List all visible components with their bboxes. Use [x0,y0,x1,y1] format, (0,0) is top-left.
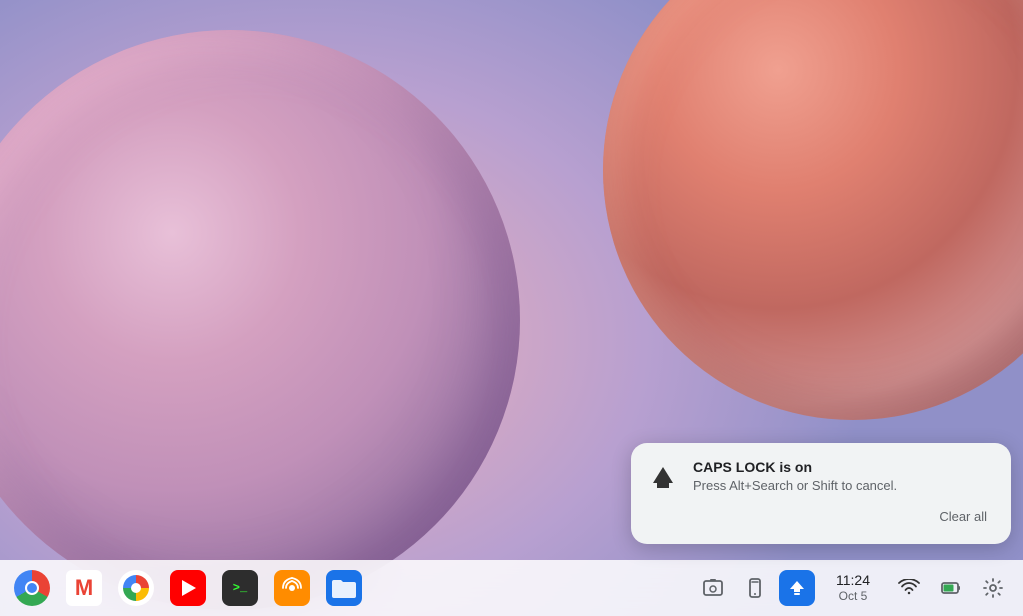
chrome-icon [14,570,50,606]
shelf-app-radio[interactable] [268,564,316,612]
notification-title: CAPS LOCK is on [693,459,995,475]
gmail-icon: M [66,570,102,606]
phone-hub-tray-button[interactable] [737,570,773,606]
files-folder-svg [332,578,356,598]
shelf-app-gmail[interactable]: M [60,564,108,612]
taskbar: M >_ [0,560,1023,616]
shelf-app-photos[interactable] [112,564,160,612]
sphere-right [603,0,1023,420]
wifi-icon [898,579,920,597]
shelf-app-youtube[interactable] [164,564,212,612]
quick-settings-tray-button[interactable] [975,570,1011,606]
notification-footer: Clear all [647,505,995,528]
time-display: 11:24 [836,572,870,589]
caps-lock-tray-icon [787,578,807,598]
shelf-apps: M >_ [8,564,695,612]
caps-lock-tray-button[interactable] [779,570,815,606]
caps-arrow-base [657,483,669,488]
time-date-button[interactable]: 11:24 Oct 5 [821,568,885,607]
youtube-icon [170,570,206,606]
files-icon [326,570,362,606]
screenshot-icon [703,578,723,598]
radio-icon [274,570,310,606]
shelf-app-chrome[interactable] [8,564,56,612]
clear-all-button[interactable]: Clear all [931,505,995,528]
terminal-icon: >_ [222,570,258,606]
shelf-app-files[interactable] [320,564,368,612]
caps-lock-icon [647,461,679,493]
phone-icon [745,578,765,598]
youtube-play-icon [182,580,196,596]
notification-popup: CAPS LOCK is on Press Alt+Search or Shif… [631,443,1011,544]
date-display: Oct 5 [839,589,868,603]
battery-tray-button[interactable] [933,570,969,606]
photos-icon [118,570,154,606]
notification-text-block: CAPS LOCK is on Press Alt+Search or Shif… [693,459,995,493]
radio-waves-svg [281,577,303,599]
settings-icon [983,578,1003,598]
sphere-left [0,30,520,610]
notification-content: CAPS LOCK is on Press Alt+Search or Shif… [647,459,995,493]
screenshot-tray-button[interactable] [695,570,731,606]
caps-arrow-up [653,467,673,483]
wifi-tray-button[interactable] [891,570,927,606]
system-tray: 11:24 Oct 5 [695,568,1015,607]
notification-body: Press Alt+Search or Shift to cancel. [693,478,995,493]
battery-icon [941,578,961,598]
shelf-app-terminal[interactable]: >_ [216,564,264,612]
gmail-m-letter: M [75,577,93,599]
photos-svg [122,574,150,602]
